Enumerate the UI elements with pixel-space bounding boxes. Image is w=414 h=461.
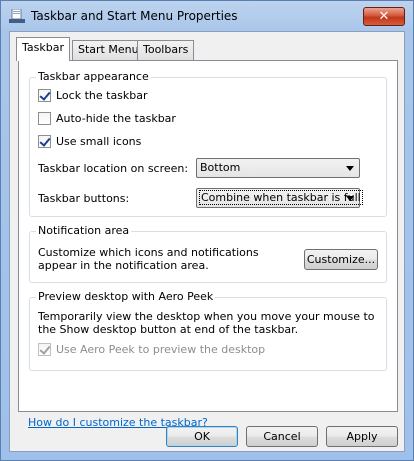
group-title: Taskbar appearance — [36, 70, 151, 83]
tab-start-menu[interactable]: Start Menu — [72, 40, 145, 60]
buttons-dropdown[interactable]: Combine when taskbar is full — [196, 188, 363, 208]
tab-label: Toolbars — [143, 43, 189, 56]
cancel-button[interactable]: Cancel — [246, 426, 318, 447]
dialog-client-area: Taskbar Start Menu Toolbars Taskbar appe… — [9, 31, 405, 452]
checkbox-box[interactable] — [38, 89, 51, 102]
checkbox-label: Use Aero Peek to preview the desktop — [56, 343, 266, 356]
peek-description: Temporarily view the desktop when you mo… — [38, 310, 375, 336]
properties-window: Taskbar and Start Menu Properties ✕ Task… — [0, 0, 414, 461]
checkbox-box[interactable] — [38, 343, 51, 356]
dropdown-arrow-icon — [346, 166, 354, 171]
buttons-label: Taskbar buttons: — [38, 192, 130, 205]
group-taskbar-appearance: Taskbar appearance Lock the taskbar Auto… — [29, 70, 387, 217]
location-value: Bottom — [200, 161, 241, 174]
apply-button[interactable]: Apply — [326, 426, 398, 447]
checkbox-label: Use small icons — [56, 135, 142, 148]
tab-label: Taskbar — [22, 41, 64, 54]
ok-button[interactable]: OK — [166, 426, 238, 447]
group-aero-peek: Preview desktop with Aero Peek Temporari… — [29, 290, 387, 371]
tab-page-taskbar: Taskbar appearance Lock the taskbar Auto… — [18, 60, 398, 412]
group-notification-area: Notification area Customize which icons … — [29, 224, 387, 283]
title-bar[interactable]: Taskbar and Start Menu Properties ✕ — [1, 1, 413, 31]
buttons-value: Combine when taskbar is full — [199, 190, 363, 205]
window-title: Taskbar and Start Menu Properties — [31, 9, 238, 23]
group-title: Notification area — [36, 224, 132, 237]
cancel-label: Cancel — [263, 430, 301, 443]
customize-label: Customize... — [306, 253, 376, 266]
location-dropdown[interactable]: Bottom — [196, 158, 360, 178]
checkbox-box[interactable] — [38, 135, 51, 148]
close-button[interactable]: ✕ — [363, 7, 405, 26]
tab-label: Start Menu — [78, 43, 139, 56]
checkbox-label: Lock the taskbar — [56, 89, 148, 102]
tab-taskbar[interactable]: Taskbar — [16, 37, 70, 61]
group-title: Preview desktop with Aero Peek — [36, 290, 216, 303]
taskbar-app-icon — [9, 9, 25, 23]
close-icon: ✕ — [378, 9, 390, 24]
ok-label: OK — [194, 430, 210, 443]
checkbox-box[interactable] — [38, 112, 51, 125]
location-label: Taskbar location on screen: — [38, 162, 189, 175]
tab-toolbars[interactable]: Toolbars — [137, 40, 195, 60]
dropdown-arrow-icon — [346, 196, 354, 201]
checkbox-label: Auto-hide the taskbar — [56, 112, 176, 125]
customize-button[interactable]: Customize... — [304, 249, 378, 270]
notification-description: Customize which icons and notifications … — [38, 246, 259, 272]
apply-label: Apply — [346, 430, 378, 443]
